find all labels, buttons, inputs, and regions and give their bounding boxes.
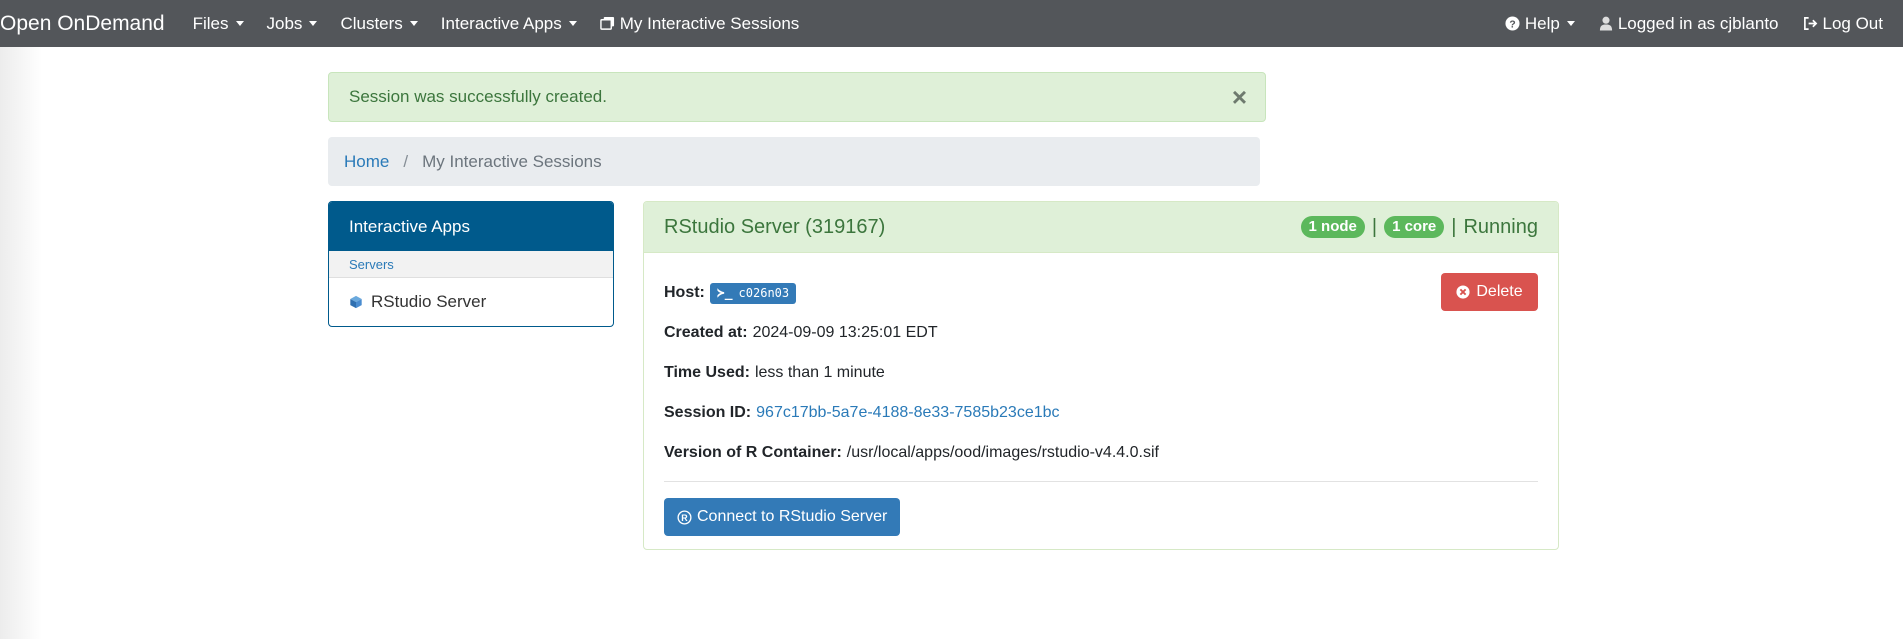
nav-right-group: ? Help Logged in as cjblanto Log Out [1481,14,1903,34]
session-id-row: Session ID: 967c17bb-5a7e-4188-8e33-7585… [664,393,1538,433]
time-used-label: Time Used: [664,364,750,381]
session-id-link[interactable]: 967c17bb-5a7e-4188-8e33-7585b23ce1bc [756,404,1059,422]
session-panel: RStudio Server (319167) 1 node | 1 core … [643,201,1559,550]
host-row: Host: ≻_ c026n03 [664,273,1538,313]
alert-message: Session was successfully created. [349,87,607,106]
nav-logout-link[interactable]: Log Out [1803,13,1884,34]
registered-icon: R [677,509,692,525]
user-icon [1599,16,1613,31]
nav-my-sessions-link[interactable]: My Interactive Sessions [600,13,800,34]
nav-interactive-apps-label: Interactive Apps [440,13,562,33]
version-label: Version of R Container: [664,444,842,461]
nav-help-menu[interactable]: ? Help [1505,14,1575,34]
sidebar-item-rstudio-server[interactable]: RStudio Server [329,278,613,326]
host-shell-link[interactable]: ≻_ c026n03 [709,282,797,304]
status-separator: | [1451,215,1457,238]
caret-down-icon [568,21,577,26]
nav-clusters-menu[interactable]: Clusters [340,13,418,34]
nav-jobs-menu[interactable]: Jobs [267,14,318,34]
nav-help-label: Help [1524,13,1560,33]
host-value: c026n03 [738,286,790,300]
nav-jobs-label: Jobs [266,13,303,33]
sidebar-item-label: RStudio Server [371,292,487,311]
nav-my-sessions-label: My Interactive Sessions [619,13,800,33]
svg-text:R: R [681,512,688,522]
close-icon[interactable]: × [1232,84,1247,110]
question-circle-icon: ? [1505,16,1520,31]
success-alert: Session was successfully created. × [328,72,1266,122]
caret-down-icon [409,21,418,26]
sidebar-section-servers: Servers [329,251,613,278]
cube-icon [349,295,363,309]
delete-button[interactable]: Delete [1441,273,1538,311]
nav-files-menu[interactable]: Files [193,14,244,34]
panel-divider [664,481,1538,482]
version-value: /usr/local/apps/ood/images/rstudio-v4.4.… [846,444,1159,461]
sidebar-header: Interactive Apps [329,202,613,251]
cores-badge: 1 core [1384,216,1445,238]
delete-label: Delete [1476,283,1523,300]
nav-files-label: Files [192,13,229,33]
times-circle-icon [1456,285,1470,299]
brand-logo[interactable]: Open OnDemand [0,12,165,36]
created-row: Created at: 2024-09-09 13:25:01 EDT [664,313,1538,353]
time-used-row: Time Used: less than 1 minute [664,353,1538,393]
sign-out-icon [1803,16,1818,31]
session-panel-body: Delete Host: ≻_ c026n03 Created at: 2024… [644,253,1558,536]
nav-clusters-label: Clusters [340,13,403,33]
session-status-group: 1 node | 1 core | Running [1300,215,1538,239]
sessions-icon [600,16,615,31]
interactive-apps-sidebar: Interactive Apps Servers RStudio Server [328,201,614,327]
created-value: 2024-09-09 13:25:01 EDT [752,324,938,341]
nav-user-label: Logged in as cjblanto [1617,13,1779,33]
connect-label: Connect to RStudio Server [697,508,888,525]
session-title: RStudio Server (319167) [664,215,886,238]
nav-user-info: Logged in as cjblanto [1599,14,1779,34]
version-row: Version of R Container: /usr/local/apps/… [664,433,1538,473]
caret-down-icon [235,21,244,26]
breadcrumb-current: My Interactive Sessions [422,151,602,171]
breadcrumb: Home / My Interactive Sessions [328,137,1260,186]
session-panel-header: RStudio Server (319167) 1 node | 1 core … [644,202,1558,253]
page-left-shade [0,47,42,639]
status-text: Running [1463,215,1538,238]
breadcrumb-home-link[interactable]: Home [344,152,389,172]
status-separator: | [1371,215,1378,238]
connect-button[interactable]: R Connect to RStudio Server [664,498,901,536]
svg-text:?: ? [1509,19,1515,30]
created-label: Created at: [664,324,748,341]
session-id-label: Session ID: [664,404,752,421]
nav-interactive-apps-menu[interactable]: Interactive Apps [441,14,577,34]
caret-down-icon [1566,21,1575,26]
caret-down-icon [309,21,318,26]
breadcrumb-separator: / [403,151,409,171]
top-navbar: Open OnDemand Files Jobs Clusters Intera… [0,0,1903,47]
nav-logout-label: Log Out [1822,13,1884,33]
nodes-badge: 1 node [1300,216,1365,238]
time-used-value: less than 1 minute [754,364,885,381]
terminal-icon: ≻_ [716,285,733,301]
host-label: Host: [664,284,705,301]
